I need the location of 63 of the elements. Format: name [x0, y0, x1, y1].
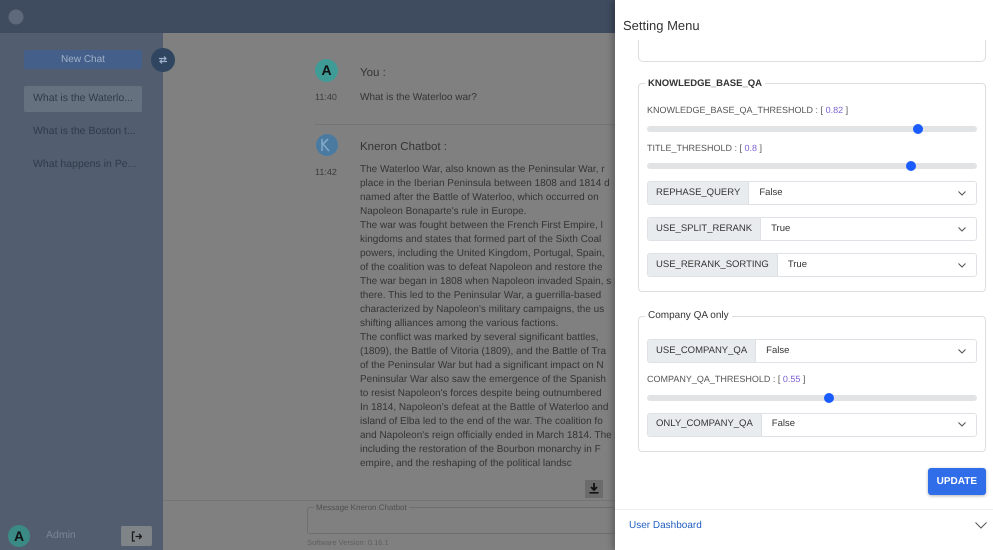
message-time: 11:42	[315, 166, 338, 180]
message-text: kingdoms and states that formed part of the Sixth Coal	[360, 232, 602, 246]
logout-icon	[131, 530, 142, 542]
message-text: Peninsular War also saw the emergence of the Spanish	[360, 372, 607, 386]
message-text: Napoleon Bonaparte's rule in Europe.	[360, 204, 528, 218]
swap-arrows-icon	[158, 56, 168, 64]
message-text: and Napoleon's reign officially ended in March 1814. The	[360, 428, 612, 442]
panel-title: Setting Menu	[623, 17, 701, 35]
slider-thumb[interactable]	[906, 161, 916, 171]
slider-label: TITLE_THRESHOLD : [ 0.8 ]	[647, 142, 764, 155]
select-label: REPHASE_QUERY	[647, 181, 748, 205]
caret-icon	[958, 262, 966, 268]
caret-icon	[958, 348, 966, 354]
logout-button[interactable]	[121, 526, 152, 546]
download-button[interactable]	[585, 480, 603, 498]
message-text: including the restoration of the Bourbon monarchy in F	[360, 442, 602, 456]
select-label: USE_COMPANY_QA	[647, 339, 756, 363]
select-field[interactable]: True	[760, 217, 977, 241]
user-dashboard-link[interactable]: User Dashboard	[629, 518, 702, 532]
bot-avatar-icon	[315, 133, 339, 158]
select-label: ONLY_COMPANY_QA	[647, 412, 761, 436]
slider-thumb[interactable]	[824, 392, 834, 402]
group-title: KNOWLEDGE_BASE_QA	[647, 78, 764, 88]
user-avatar: A	[315, 59, 338, 82]
message-text: of the coalition was to defeat Napoleon and restore the	[360, 260, 604, 274]
message-text: (1809), the Battle of Vitoria (1809), and the Battle of Tra	[360, 344, 608, 358]
select-label: USE_RERANK_SORTING	[647, 253, 777, 277]
swap-button[interactable]	[151, 48, 175, 72]
message-text: of the Peninsular War but had a significant impact on N	[360, 358, 605, 372]
message-text: In 1814, Napoleon's defeat at the Battle of Waterloo and	[360, 400, 610, 414]
caret-icon	[958, 226, 966, 232]
message-text: The war was fought between the French First Empire, l	[360, 218, 604, 232]
message-time: 11:40	[315, 91, 338, 104]
message-text: named after the Battle of Waterloo, which occurred on	[360, 190, 600, 204]
caret-icon	[958, 190, 966, 196]
select-field[interactable]: False	[760, 412, 977, 436]
caret-icon	[958, 422, 966, 427]
message-text: powers, including the United Kingdom, Portugal, Spain,	[360, 246, 606, 260]
sender-name: You :	[360, 66, 387, 81]
message-text: place in the Iberian Peninsula between 1808 and 1814 d	[360, 176, 611, 190]
message-text: The war began in 1808 when Napoleon invaded Spain, s	[360, 274, 612, 288]
message-text: to resist Napoleon's forces despite being outnumbered	[360, 386, 602, 400]
message-text: shifting alliances among the various factions.	[360, 316, 560, 330]
download-icon	[589, 483, 599, 494]
message-text: The conflict was marked by several significant battles,	[360, 330, 600, 344]
update-button[interactable]: UPDATE	[928, 468, 986, 494]
message-text: The Waterloo War, also known as the Peninsular War, r	[360, 162, 606, 176]
message-text: empire, and the reshaping of the political landsc	[360, 456, 573, 470]
select-field[interactable]: True	[776, 253, 977, 277]
slider-label: COMPANY_QA_THRESHOLD : [ 0.55 ]	[647, 373, 806, 386]
sender-name: Kneron Chatbot :	[360, 140, 448, 156]
select-label: USE_SPLIT_RERANK	[647, 217, 760, 241]
select-field[interactable]: False	[755, 339, 977, 363]
group-title: Company QA only	[647, 311, 730, 321]
message-text: there. This led to the Peninsular War, a guerrilla-based	[360, 288, 602, 302]
message-text: island of Elba led to the end of the war. The coalition fo	[360, 414, 604, 428]
slider-label: KNOWLEDGE_BASE_QA_THRESHOLD : [ 0.82 ]	[647, 104, 850, 117]
slider-thumb[interactable]	[912, 124, 923, 134]
message-text: What is the Waterloo war?	[360, 91, 477, 106]
select-field[interactable]: False	[748, 181, 977, 205]
user-avatar: A	[8, 525, 30, 547]
message-text: characterized by Napoleon's military campaigns, the us	[360, 302, 606, 316]
logo-icon	[8, 8, 24, 24]
